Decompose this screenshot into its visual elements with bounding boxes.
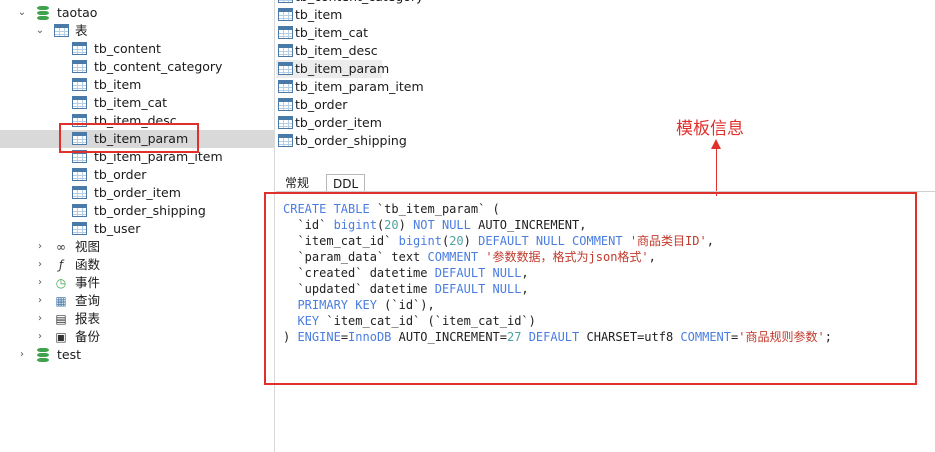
annotation-label: 模板信息 — [676, 119, 744, 139]
report-icon: ▤ — [55, 312, 67, 326]
object-list-label: tb_order_item — [295, 115, 382, 130]
table-icon — [278, 134, 293, 147]
tree-folder-label: 视图 — [75, 239, 101, 254]
tab-ddl[interactable]: DDL — [326, 174, 366, 192]
tree-folder-label: 函数 — [75, 257, 101, 272]
table-icon — [278, 44, 293, 57]
table-icon — [72, 168, 87, 181]
table-icon — [278, 8, 293, 21]
table-icon — [72, 42, 87, 55]
object-list-item-hovered[interactable]: tb_item_param — [276, 60, 389, 78]
object-list-label: tb_item_cat — [295, 25, 369, 40]
chevron-right-icon[interactable]: › — [35, 274, 45, 292]
tree-db-test[interactable]: › test — [0, 346, 274, 364]
tree-table-item[interactable]: tb_content_category — [0, 58, 274, 76]
table-icon — [72, 186, 87, 199]
chevron-right-icon[interactable]: › — [17, 346, 27, 364]
tree-db-label: taotao — [57, 5, 98, 20]
navigation-tree: › ⌄ taotao ⌄ 表 tb_content tb_content_cat… — [0, 0, 275, 452]
tree-folder-label: 查询 — [75, 293, 101, 308]
tree-table-item[interactable]: tb_order — [0, 166, 274, 184]
tab-general[interactable]: 常规 — [279, 174, 315, 192]
object-list-label: tb_order — [295, 97, 348, 112]
object-list-label: tb_item_param_item — [295, 79, 424, 94]
table-icon — [72, 222, 87, 235]
chevron-down-icon[interactable]: ⌄ — [17, 4, 27, 22]
info-tabs: 常规 DDL — [276, 172, 935, 192]
tree-folder-backups[interactable]: › ▣ 备份 — [0, 328, 274, 346]
table-icon — [278, 0, 293, 3]
table-icon — [72, 96, 87, 109]
query-icon: ▦ — [55, 294, 67, 308]
tree-table-item[interactable]: tb_item_cat — [0, 94, 274, 112]
tree-table-label: tb_content — [94, 41, 161, 56]
tree-folder-tables[interactable]: ⌄ 表 — [0, 22, 274, 40]
database-icon — [37, 348, 49, 362]
highlight-box-ddl — [264, 192, 917, 385]
table-icon — [278, 98, 293, 111]
tree-folder-label: 备份 — [75, 329, 101, 344]
chevron-right-icon[interactable]: › — [35, 310, 45, 328]
table-icon — [278, 26, 293, 39]
tree-db-taotao[interactable]: ⌄ taotao — [0, 4, 274, 22]
table-icon — [278, 116, 293, 129]
database-icon — [37, 6, 49, 20]
chevron-right-icon[interactable]: › — [35, 238, 45, 256]
object-list-label: tb_item — [295, 7, 343, 22]
function-icon: ƒ — [58, 258, 64, 272]
eyeglasses-icon: ∞ — [56, 240, 66, 254]
object-list-label: tb_item_desc — [295, 43, 378, 58]
tree-table-item[interactable]: tb_user — [0, 220, 274, 238]
tree-folder-label: 事件 — [75, 275, 101, 290]
tree-table-label: tb_content_category — [94, 59, 223, 74]
object-list: tb_content_category tb_item tb_item_cat … — [276, 0, 476, 160]
object-list-label: tb_item_param — [295, 61, 390, 76]
table-icon — [72, 60, 87, 73]
tree-folder-events[interactable]: › ◷ 事件 — [0, 274, 274, 292]
object-list-label: tb_order_shipping — [295, 133, 407, 148]
tree-table-label: tb_order_shipping — [94, 203, 206, 218]
tree-folder-reports[interactable]: › ▤ 报表 — [0, 310, 274, 328]
tree-table-label: tb_item — [94, 77, 142, 92]
chevron-right-icon[interactable]: › — [35, 328, 45, 346]
tree-folder-views[interactable]: › ∞ 视图 — [0, 238, 274, 256]
tree-folder-queries[interactable]: › ▦ 查询 — [0, 292, 274, 310]
chevron-right-icon[interactable]: › — [35, 256, 45, 274]
tree-folder-label: 报表 — [75, 311, 101, 326]
tree-table-label: tb_order — [94, 167, 147, 182]
chevron-down-icon[interactable]: ⌄ — [35, 22, 45, 40]
table-icon — [278, 80, 293, 93]
tree-db-label: test — [57, 347, 82, 362]
tree-table-item[interactable]: tb_order_shipping — [0, 202, 274, 220]
table-icon — [278, 62, 293, 75]
tree-table-item[interactable]: tb_order_item — [0, 184, 274, 202]
tree-table-label: tb_user — [94, 221, 141, 236]
chevron-right-icon[interactable]: › — [35, 292, 45, 310]
tree-table-label: tb_item_cat — [94, 95, 168, 110]
table-icon — [72, 204, 87, 217]
tree-table-label: tb_order_item — [94, 185, 181, 200]
tables-folder-icon — [54, 24, 69, 37]
tree-table-item[interactable]: tb_content — [0, 40, 274, 58]
event-clock-icon: ◷ — [55, 276, 67, 290]
table-icon — [72, 78, 87, 91]
tree-folder-functions[interactable]: › ƒ 函数 — [0, 256, 274, 274]
backup-icon: ▣ — [55, 330, 67, 344]
tree-folder-label: 表 — [75, 23, 88, 38]
highlight-box-selected-table — [59, 123, 199, 153]
tree-table-item[interactable]: tb_item — [0, 76, 274, 94]
